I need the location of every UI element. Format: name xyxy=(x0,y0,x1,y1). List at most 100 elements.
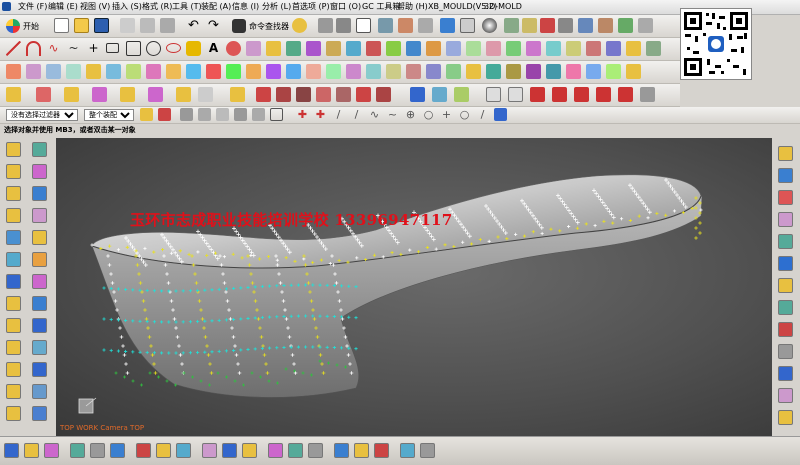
resource-tab-icon-11[interactable] xyxy=(778,388,793,403)
circle-icon[interactable] xyxy=(146,41,161,56)
feature-icon-6[interactable] xyxy=(148,87,163,102)
menu-item-7[interactable]: 信息 (I) xyxy=(232,1,259,13)
view-icon-8[interactable] xyxy=(638,18,653,33)
surface-tool-icon-17[interactable] xyxy=(606,64,621,79)
bottom-tool-icon-3[interactable] xyxy=(70,443,85,458)
bottom-tool-icon-19[interactable] xyxy=(420,443,435,458)
analysis-icon-16[interactable] xyxy=(574,87,589,102)
left-tool-icon-8[interactable] xyxy=(6,230,21,245)
snap-point-icon-2[interactable]: ✚ xyxy=(314,108,327,121)
snap-point-icon-3[interactable]: / xyxy=(332,108,345,121)
fit-view-icon[interactable] xyxy=(356,18,371,33)
left-tool-icon-10[interactable] xyxy=(6,252,21,267)
curve-tool-icon-5[interactable] xyxy=(506,41,521,56)
trim-curve-icon[interactable] xyxy=(386,41,401,56)
left-tool-icon-23[interactable] xyxy=(32,384,47,399)
feature-icon-4[interactable] xyxy=(92,87,107,102)
layer-icon-3[interactable] xyxy=(540,18,555,33)
resource-tab-icon-6[interactable] xyxy=(778,278,793,293)
rotate-icon[interactable] xyxy=(398,18,413,33)
analysis-icon-5[interactable] xyxy=(316,87,331,102)
resource-tab-icon-2[interactable] xyxy=(778,190,793,205)
curve-tool-icon-3[interactable] xyxy=(466,41,481,56)
extract-curve-icon[interactable] xyxy=(366,41,381,56)
snap-point-icon-11[interactable]: / xyxy=(476,108,489,121)
resource-tab-icon-1[interactable] xyxy=(778,168,793,183)
left-tool-icon-2[interactable] xyxy=(6,164,21,179)
menu-item-0[interactable]: 文件 (F) xyxy=(18,1,47,13)
snap-point-icon-9[interactable]: + xyxy=(440,108,453,121)
snap-point-icon-4[interactable]: / xyxy=(350,108,363,121)
snap-point-icon-8[interactable]: ○ xyxy=(422,108,435,121)
bottom-tool-icon-7[interactable] xyxy=(156,443,171,458)
curve-tool-icon-12[interactable] xyxy=(646,41,661,56)
resource-tab-icon-8[interactable] xyxy=(778,322,793,337)
select-tool-icon-2[interactable] xyxy=(158,108,171,121)
bridge-surface-icon[interactable] xyxy=(186,64,201,79)
analysis-icon-19[interactable] xyxy=(640,87,655,102)
layer-icon-4[interactable] xyxy=(558,18,573,33)
spline-icon[interactable]: ∿ xyxy=(46,41,61,56)
surface-tool-icon-11[interactable] xyxy=(486,64,501,79)
resource-tab-icon-10[interactable] xyxy=(778,366,793,381)
left-tool-icon-17[interactable] xyxy=(32,318,47,333)
zoom-icon[interactable] xyxy=(378,18,393,33)
analysis-icon-12[interactable] xyxy=(486,87,501,102)
left-tool-icon-7[interactable] xyxy=(32,208,47,223)
bridge-curve-icon[interactable] xyxy=(246,41,261,56)
left-tool-icon-25[interactable] xyxy=(32,406,47,421)
menu-item-3[interactable]: 插入 (S) xyxy=(112,1,142,13)
bottom-tool-icon-8[interactable] xyxy=(176,443,191,458)
surface-tool-icon-9[interactable] xyxy=(446,64,461,79)
layer-icon[interactable] xyxy=(504,18,519,33)
analysis-icon-15[interactable] xyxy=(552,87,567,102)
bottom-tool-icon-11[interactable] xyxy=(242,443,257,458)
left-tool-icon-19[interactable] xyxy=(32,340,47,355)
menu-item-4[interactable]: 格式 (R) xyxy=(142,1,172,13)
curve-tool-icon-11[interactable] xyxy=(626,41,641,56)
left-tool-icon-15[interactable] xyxy=(32,296,47,311)
surface-tool-icon-16[interactable] xyxy=(586,64,601,79)
open-folder-icon[interactable] xyxy=(74,18,89,33)
start-button[interactable]: 开始 xyxy=(6,18,46,34)
left-tool-icon-14[interactable] xyxy=(6,296,21,311)
bottom-tool-icon-9[interactable] xyxy=(202,443,217,458)
resource-tab-icon-4[interactable] xyxy=(778,234,793,249)
analysis-icon-18[interactable] xyxy=(618,87,633,102)
select-tool-icon-1[interactable] xyxy=(140,108,153,121)
surface-tool-icon-1[interactable] xyxy=(286,64,301,79)
surface-through-points-icon[interactable] xyxy=(6,64,21,79)
left-tool-icon-12[interactable] xyxy=(6,274,21,289)
new-file-icon[interactable] xyxy=(54,18,69,33)
curve-tool-icon-8[interactable] xyxy=(566,41,581,56)
save-icon[interactable] xyxy=(94,18,109,33)
analysis-icon-11[interactable] xyxy=(454,87,469,102)
left-tool-icon-4[interactable] xyxy=(6,186,21,201)
helix-icon[interactable] xyxy=(186,41,201,56)
text-icon[interactable]: A xyxy=(206,41,221,56)
render-icon[interactable] xyxy=(482,18,497,33)
tool-icon-3[interactable] xyxy=(336,18,351,33)
menu-item-12[interactable]: 帮助 (H) xyxy=(397,1,428,13)
four-point-surface-icon[interactable] xyxy=(46,64,61,79)
wireframe-icon[interactable] xyxy=(460,18,475,33)
assembly-scope-select[interactable]: 整个装配 xyxy=(84,109,134,121)
analysis-icon-9[interactable] xyxy=(410,87,425,102)
snap-point-icon-5[interactable]: ∿ xyxy=(368,108,381,121)
analysis-icon-6[interactable] xyxy=(336,87,351,102)
swept-icon[interactable] xyxy=(126,64,141,79)
point-icon[interactable]: ~ xyxy=(66,41,81,56)
surface-tool-icon-3[interactable] xyxy=(326,64,341,79)
select-tool-icon-8[interactable] xyxy=(270,108,283,121)
surface-tool-icon-8[interactable] xyxy=(426,64,441,79)
bottom-tool-icon-4[interactable] xyxy=(90,443,105,458)
layer-icon-2[interactable] xyxy=(522,18,537,33)
menu-item-8[interactable]: 分析 (L) xyxy=(262,1,291,13)
view-icon-7[interactable] xyxy=(618,18,633,33)
menu-item-2[interactable]: 视图 (V) xyxy=(80,1,110,13)
left-tool-icon-6[interactable] xyxy=(6,208,21,223)
pan-icon[interactable] xyxy=(418,18,433,33)
menu-item-14[interactable]: 3D-MOLD xyxy=(484,1,522,13)
join-curve-icon[interactable] xyxy=(406,41,421,56)
curve-tool-icon-9[interactable] xyxy=(586,41,601,56)
